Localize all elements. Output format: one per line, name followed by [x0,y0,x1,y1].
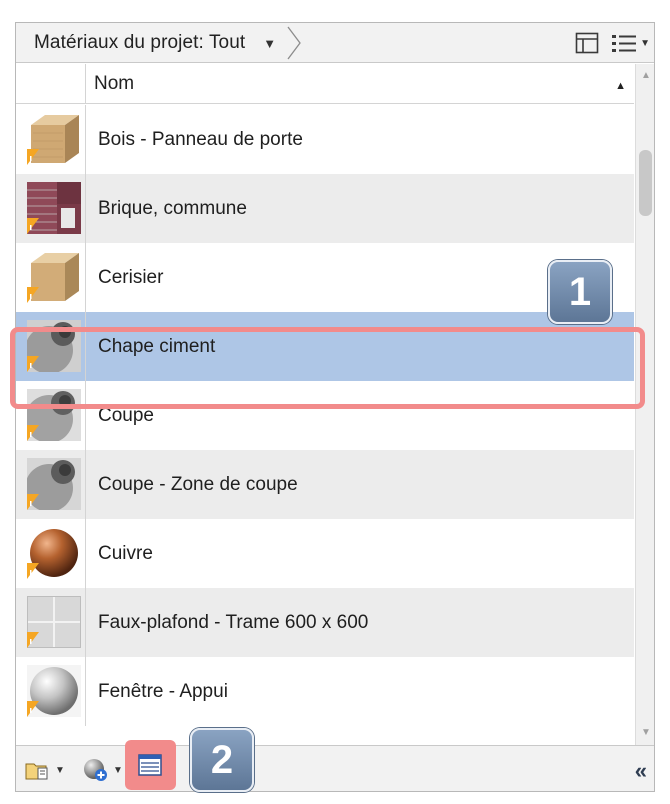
material-name: Cuivre [98,543,153,564]
list-item[interactable]: Cuivre [16,519,634,588]
material-name: Cerisier [98,267,164,288]
material-editor-button[interactable] [125,740,176,790]
material-list: Bois - Panneau de porte Brique, commune [16,105,634,745]
material-editor-icon [138,754,162,776]
chevron-down-icon: ▼ [640,37,650,49]
browser-toolbar: Matériaux du projet: Tout ▼ ▼ [16,23,654,63]
material-name: Faux-plafond - Trame 600 x 600 [98,612,369,633]
list-view-icon [612,35,637,52]
layout-icon [575,32,599,54]
dropdown-arrow-icon[interactable]: ▼ [263,36,276,51]
ceiling-grid-thumbnail-icon [27,596,81,648]
list-item[interactable]: Coupe - Zone de coupe [16,450,634,519]
create-material-icon [84,759,107,781]
selection-highlight-frame [10,327,645,409]
scroll-up-icon[interactable]: ▲ [636,66,654,86]
library-button[interactable]: ▼ [24,756,65,784]
callout-badge-1: 1 [548,260,612,324]
wood-box-thumbnail-icon [27,115,79,165]
material-name: Coupe - Zone de coupe [98,474,298,495]
breadcrumb-separator-icon [287,26,301,60]
white-sphere-thumbnail-icon [27,665,81,717]
browser-bottom-toolbar: ▼ ▼ « [16,745,654,791]
library-folder-icon [25,763,48,780]
chevron-down-icon: ▼ [113,764,123,776]
list-item[interactable]: Bois - Panneau de porte [16,105,634,174]
copper-sphere-thumbnail-icon [27,527,81,579]
list-item[interactable]: Fenêtre - Appui [16,657,634,726]
create-material-button[interactable]: ▼ [82,756,123,784]
list-item[interactable]: Faux-plafond - Trame 600 x 600 [16,588,634,657]
thumbnail-column-header [16,64,86,104]
breadcrumb[interactable]: Matériaux du projet: Tout ▼ [16,23,276,63]
scroll-down-icon[interactable]: ▼ [636,723,654,743]
material-name: Fenêtre - Appui [98,681,228,702]
material-name: Brique, commune [98,198,247,219]
chevron-down-icon: ▼ [55,764,65,776]
material-name: Bois - Panneau de porte [98,129,303,150]
name-column-header[interactable]: Nom [94,64,134,104]
panel-layout-button[interactable] [575,32,599,54]
breadcrumb-label: Matériaux du projet: Tout [34,32,246,53]
list-item[interactable]: Brique, commune [16,174,634,243]
collapse-panel-icon[interactable]: « [635,758,647,784]
grey-sphere-thumbnail-icon [27,458,81,510]
brick-thumbnail-icon [27,182,81,234]
callout-badge-2: 2 [190,728,254,792]
list-header: Nom ▲ [16,64,634,104]
scrollbar-thumb[interactable] [639,150,652,216]
wood-box-thumbnail-icon [27,253,79,303]
view-options-button[interactable]: ▼ [611,32,650,54]
list-item[interactable]: Cerisier [16,243,634,312]
sort-ascending-icon[interactable]: ▲ [615,80,626,92]
